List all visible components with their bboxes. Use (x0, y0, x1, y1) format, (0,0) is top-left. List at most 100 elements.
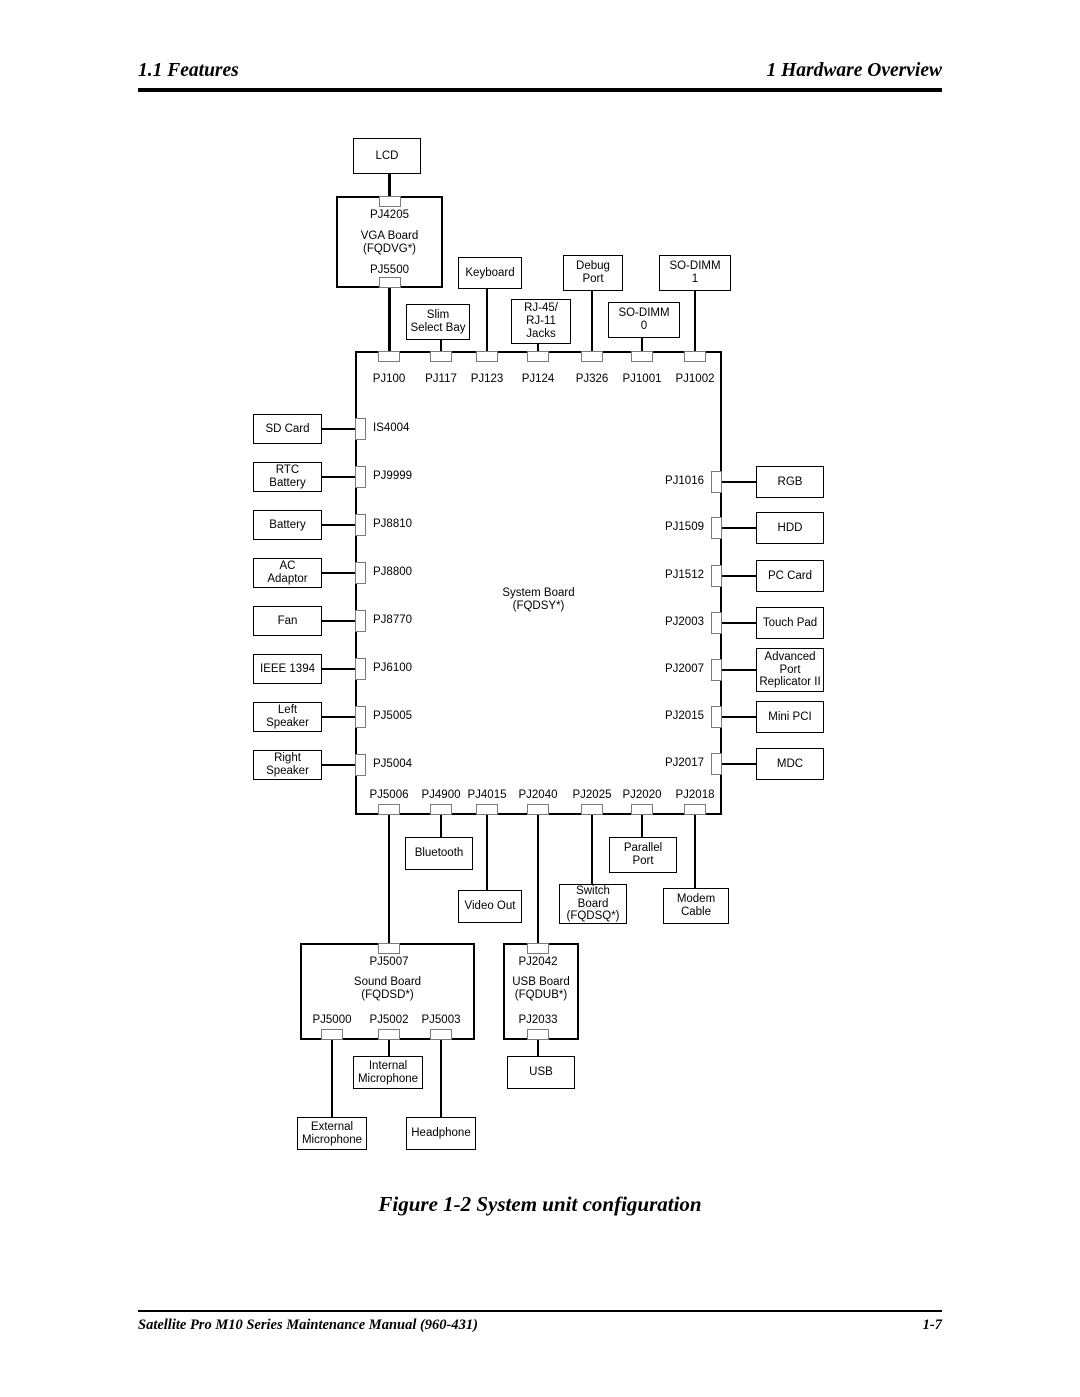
device-box-parallel-port: Parallel Port (609, 837, 677, 873)
device-box-top: Keyboard (458, 257, 522, 289)
right-connector-label: PJ1509 (664, 521, 704, 533)
connector-stub (476, 804, 498, 815)
connector-stub (527, 1029, 549, 1040)
device-box-top: Debug Port (563, 255, 623, 291)
device-box-left: Battery (253, 510, 322, 540)
wire-external-microphone (330, 1040, 334, 1117)
wire-right-device (722, 574, 756, 578)
device-box-left: IEEE 1394 (253, 654, 322, 684)
connector-stub (355, 514, 366, 536)
device-box-internal-microphone: Internal Microphone (353, 1056, 423, 1089)
bottom-connector-label: PJ2040 (518, 789, 558, 801)
wire-right-device (722, 715, 756, 719)
device-box-external-microphone: External Microphone (297, 1117, 367, 1150)
vga-top-connector-label: PJ4205 (369, 209, 410, 221)
top-connector-label: PJ123 (470, 373, 504, 385)
wire-parallel-port (640, 815, 644, 837)
connector-stub (355, 466, 366, 488)
sound-board-top-connector-label: PJ5007 (369, 956, 409, 968)
device-box-top: SO-DIMM 1 (659, 255, 731, 291)
top-connector-label: PJ100 (372, 373, 406, 385)
device-box-usb: USB (507, 1056, 575, 1089)
wire-video-out (485, 815, 489, 890)
connector-stub (711, 659, 722, 681)
wire-top-device (439, 340, 443, 351)
connector-stub (684, 351, 706, 362)
footer-page-number: 1-7 (922, 1317, 942, 1333)
wire-bluetooth (439, 815, 443, 837)
device-box-right: MDC (756, 748, 824, 780)
connector-stub (684, 804, 706, 815)
left-connector-label: PJ5004 (373, 758, 413, 770)
system-board-label: System Board (FQDSY*) (502, 587, 575, 612)
top-connector-label: PJ124 (521, 373, 555, 385)
bottom-connector-label: PJ2018 (675, 789, 715, 801)
device-box-video-out: Video Out (458, 890, 522, 923)
wire-left-device (322, 619, 355, 623)
device-box-left: SD Card (253, 414, 322, 444)
wire-left-device (322, 571, 355, 575)
wire-left-device (322, 715, 355, 719)
sound-board-bottom-connector-label: PJ5000 (312, 1014, 352, 1026)
connector-stub (711, 471, 722, 493)
left-connector-label: PJ6100 (373, 662, 413, 674)
connector-stub (378, 196, 401, 207)
wire-headphone (439, 1040, 443, 1117)
wire-right-device (722, 621, 756, 625)
left-connector-label: PJ8810 (373, 518, 413, 530)
right-connector-label: PJ1016 (664, 475, 704, 487)
top-connector-label: PJ1002 (675, 373, 715, 385)
connector-stub (321, 1029, 343, 1040)
connector-stub (430, 351, 452, 362)
top-connector-label: PJ326 (575, 373, 609, 385)
wire-left-device (322, 427, 355, 431)
wire-left-device (322, 475, 355, 479)
connector-stub (378, 804, 400, 815)
connector-stub (527, 943, 549, 954)
right-connector-label: PJ2007 (664, 663, 704, 675)
connector-stub (631, 804, 653, 815)
device-box-right: Touch Pad (756, 607, 824, 639)
top-connector-label: PJ1001 (622, 373, 662, 385)
connector-stub (631, 351, 653, 362)
connector-stub (355, 658, 366, 680)
wire-top-device (640, 338, 644, 351)
wire-left-device (322, 667, 355, 671)
bottom-connector-label: PJ4900 (421, 789, 461, 801)
connector-stub (430, 1029, 452, 1040)
device-box-right: PC Card (756, 560, 824, 592)
connector-stub (378, 351, 400, 362)
left-connector-label: PJ8800 (373, 566, 413, 578)
connector-stub (355, 754, 366, 776)
sound-board-label: Sound Board (FQDSD*) (353, 976, 422, 1001)
left-connector-label: IS4004 (373, 422, 410, 434)
connector-stub (355, 562, 366, 584)
sound-board-bottom-connector-label: PJ5003 (421, 1014, 461, 1026)
device-box-left: AC Adaptor (253, 558, 322, 588)
wire-modem-cable (693, 815, 697, 888)
connector-stub (355, 610, 366, 632)
connector-stub (711, 753, 722, 775)
connector-stub (378, 943, 400, 954)
device-box-left: RTC Battery (253, 462, 322, 492)
bottom-connector-label: PJ4015 (467, 789, 507, 801)
connector-stub (581, 351, 603, 362)
device-box-top: SO-DIMM 0 (608, 302, 680, 338)
page-footer: Satellite Pro M10 Series Maintenance Man… (138, 1310, 942, 1340)
connector-stub (527, 351, 549, 362)
usb-board-label: USB Board (FQDUB*) (512, 976, 570, 1001)
connector-stub (378, 277, 401, 288)
top-connector-label: PJ117 (425, 373, 457, 385)
left-connector-label: PJ9999 (373, 470, 413, 482)
right-connector-label: PJ2017 (664, 757, 704, 769)
vga-board-label: VGA Board (FQDVG*) (360, 230, 419, 255)
usb-board-bottom-connector-label: PJ2033 (518, 1014, 558, 1026)
wire-top-device (590, 291, 594, 351)
wire-internal-microphone (387, 1040, 391, 1056)
connector-stub (581, 804, 603, 815)
connector-stub (711, 517, 722, 539)
wire-vga-systemboard (388, 288, 391, 351)
wire-top-device (485, 289, 489, 351)
wire-top-device (536, 344, 540, 351)
device-box-right: HDD (756, 512, 824, 544)
